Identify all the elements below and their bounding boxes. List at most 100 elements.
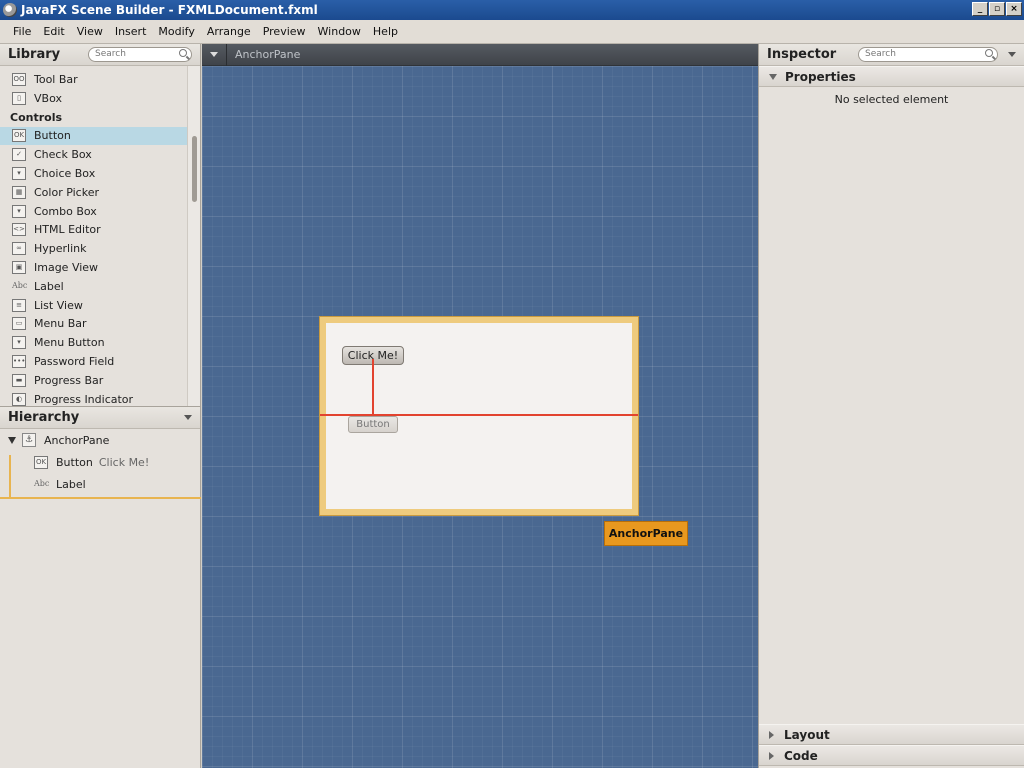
image-view-icon: ▣ (12, 261, 26, 275)
library-item-label: Choice Box (34, 167, 96, 181)
library-scrollbar[interactable] (187, 66, 200, 406)
library-item-progress-indicator[interactable]: ◐ Progress Indicator (0, 390, 188, 406)
library-item-image-view[interactable]: ▣ Image View (0, 258, 188, 277)
library-item-label: Menu Bar (34, 317, 87, 331)
library-item-hyperlink[interactable]: ∞ Hyperlink (0, 239, 188, 258)
menu-bar: File Edit View Insert Modify Arrange Pre… (0, 20, 1024, 44)
library-item-label: Progress Bar (34, 373, 104, 387)
expand-toggle-icon[interactable] (8, 436, 16, 444)
combo-box-icon: ▾ (12, 204, 26, 218)
library-item-label: Check Box (34, 148, 92, 162)
library-item-label: Combo Box (34, 204, 97, 218)
library-item-label: Color Picker (34, 185, 99, 199)
library-category-controls[interactable]: Controls (0, 108, 200, 127)
window-controls: _ ▫ × (972, 2, 1022, 16)
minimize-button[interactable]: _ (972, 2, 988, 16)
menu-arrange[interactable]: Arrange (201, 25, 257, 38)
search-icon (179, 49, 187, 57)
library-item-progress-bar[interactable]: ▬ Progress Bar (0, 371, 188, 390)
breadcrumb[interactable]: AnchorPane (226, 43, 300, 66)
inspector-panel: Inspector Search Properties No selected … (758, 44, 1024, 768)
library-item-label: Progress Indicator (34, 392, 134, 406)
hierarchy-title: Hierarchy (8, 410, 80, 425)
layout-label: Layout (784, 727, 830, 742)
library-item-button[interactable]: OK Button (0, 126, 188, 146)
hierarchy-panel: Hierarchy ⚓ AnchorPane OK Button Click M… (0, 406, 201, 768)
inspector-header: Inspector Search (759, 44, 1024, 66)
library-item-label: HTML Editor (34, 223, 101, 237)
library-item-label: Tool Bar (34, 72, 78, 86)
library-search-placeholder: Search (95, 49, 126, 59)
menu-window[interactable]: Window (312, 25, 367, 38)
library-item-check-box[interactable]: ✓ Check Box (0, 145, 188, 164)
chevron-down-icon[interactable] (210, 52, 218, 57)
menu-edit[interactable]: Edit (37, 25, 70, 38)
close-button[interactable]: × (1006, 2, 1022, 16)
library-item-menu-bar[interactable]: ▭ Menu Bar (0, 315, 188, 334)
label-icon: Abc (34, 478, 50, 488)
vertical-alignment-guide (372, 359, 374, 416)
tree-item-anchorpane[interactable]: ⚓ AnchorPane (0, 429, 200, 451)
button-icon: OK (34, 455, 48, 469)
tree-drop-indicator (0, 497, 201, 499)
tree-item-type: Label (56, 477, 86, 491)
maximize-button[interactable]: ▫ (989, 2, 1005, 16)
menu-button-icon: ▾ (12, 336, 26, 350)
vbox-icon: ▯ (12, 91, 26, 105)
library-panel: Library Search OO Tool Bar ▯ VBox Contro… (0, 44, 201, 406)
library-item-combo-box[interactable]: ▾ Combo Box (0, 202, 188, 221)
expand-triangle-icon (769, 730, 774, 739)
password-field-icon: ••• (12, 355, 26, 369)
menu-bar-icon: ▭ (12, 317, 26, 331)
library-item-vbox[interactable]: ▯ VBox (0, 89, 188, 108)
anchor-icon: ⚓ (22, 433, 36, 447)
library-title: Library (8, 47, 61, 62)
library-scroll-thumb[interactable] (192, 136, 197, 202)
hierarchy-header: Hierarchy (0, 407, 200, 429)
chevron-down-icon[interactable] (184, 415, 192, 420)
progress-bar-icon: ▬ (12, 373, 26, 387)
toolbar-icon: OO (12, 72, 26, 86)
tree-item-label: AnchorPane (44, 433, 110, 447)
color-picker-icon: ▦ (12, 185, 26, 199)
library-item-color-picker[interactable]: ▦ Color Picker (0, 183, 188, 202)
library-item-label: Hyperlink (34, 242, 87, 256)
design-canvas[interactable]: Click Me! Button AnchorPane (202, 66, 758, 768)
properties-section-header[interactable]: Properties (759, 66, 1024, 87)
menu-insert[interactable]: Insert (109, 25, 153, 38)
library-item-tool-bar[interactable]: OO Tool Bar (0, 70, 188, 89)
library-list: OO Tool Bar ▯ VBox Controls OK Button ✓ … (0, 66, 200, 406)
expand-triangle-icon (769, 751, 774, 760)
chevron-down-icon[interactable] (1008, 52, 1016, 57)
html-editor-icon: <> (12, 223, 26, 237)
anchor-pane-preview[interactable]: Click Me! Button (319, 316, 639, 516)
menu-file[interactable]: File (7, 25, 37, 38)
code-section-header[interactable]: Code (759, 745, 1024, 766)
window-title: JavaFX Scene Builder - FXMLDocument.fxml (21, 3, 318, 17)
library-item-label: Image View (34, 261, 99, 275)
properties-label: Properties (785, 69, 856, 84)
anchor-pane-tag[interactable]: AnchorPane (604, 521, 688, 546)
tree-selection-line (9, 455, 11, 497)
inspector-collapsed-sections: Layout Code (759, 724, 1024, 766)
layout-section-header[interactable]: Layout (759, 724, 1024, 745)
library-item-label[interactable]: Abc Label (0, 277, 188, 296)
inspector-search-input[interactable]: Search (858, 47, 998, 62)
menu-modify[interactable]: Modify (152, 25, 200, 38)
library-search-input[interactable]: Search (88, 47, 192, 62)
tree-item-label[interactable]: Abc Label (0, 473, 200, 495)
menu-view[interactable]: View (71, 25, 109, 38)
library-item-list-view[interactable]: ≡ List View (0, 296, 188, 315)
library-item-menu-button[interactable]: ▾ Menu Button (0, 333, 188, 352)
library-item-html-editor[interactable]: <> HTML Editor (0, 221, 188, 240)
library-item-label: Password Field (34, 355, 115, 369)
inspector-search-placeholder: Search (865, 49, 896, 59)
library-item-choice-box[interactable]: ▾ Choice Box (0, 164, 188, 183)
menu-preview[interactable]: Preview (257, 25, 312, 38)
tree-item-button[interactable]: OK Button Click Me! (0, 451, 200, 473)
menu-help[interactable]: Help (367, 25, 404, 38)
choice-box-icon: ▾ (12, 167, 26, 181)
collapse-triangle-icon (769, 73, 777, 80)
dragged-button-ghost[interactable]: Button (348, 416, 398, 433)
library-item-password-field[interactable]: ••• Password Field (0, 352, 188, 371)
